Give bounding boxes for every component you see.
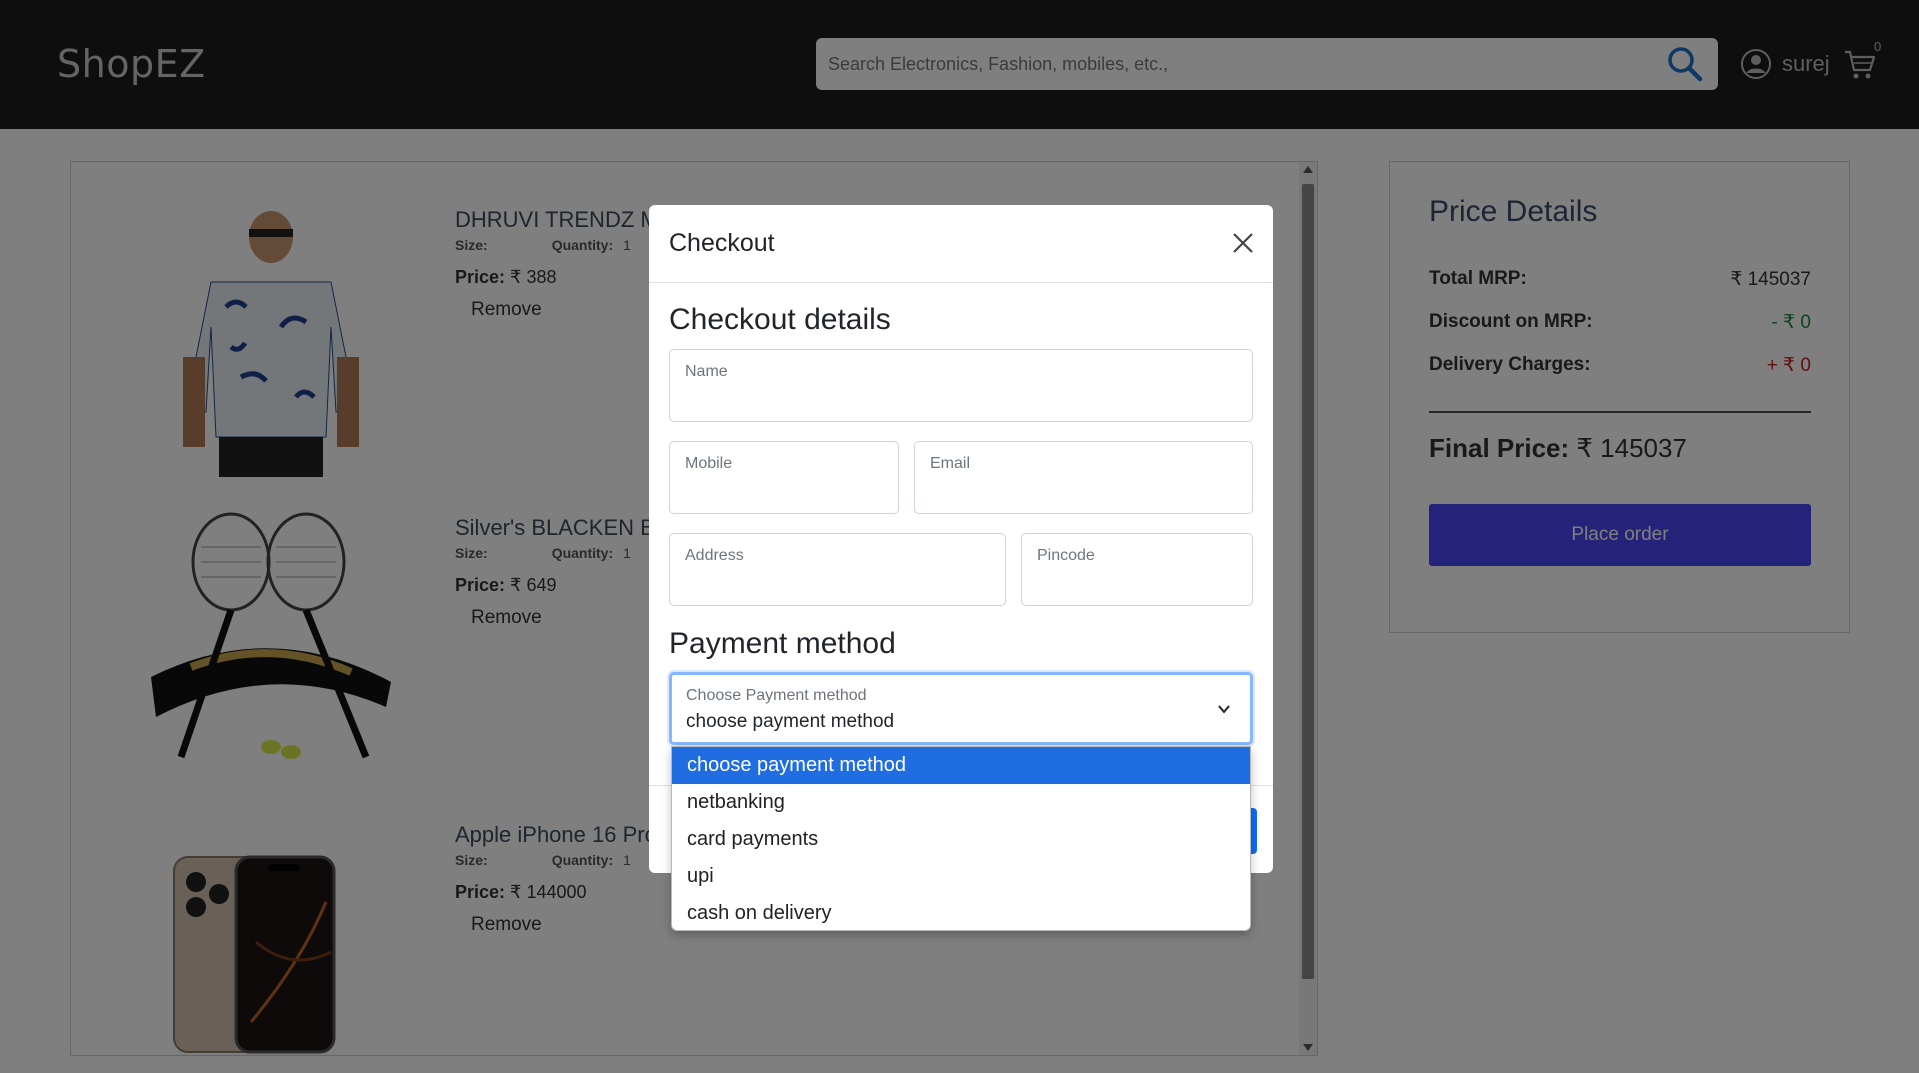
address-field[interactable]: Address — [669, 533, 1006, 606]
mobile-label: Mobile — [685, 455, 733, 472]
payment-option[interactable]: netbanking — [672, 784, 1250, 821]
modal-header: Checkout — [649, 205, 1273, 283]
payment-method-heading: Payment method — [669, 627, 896, 660]
payment-option[interactable]: choose payment method — [672, 747, 1250, 784]
payment-option[interactable]: upi — [672, 858, 1250, 895]
payment-option[interactable]: card payments — [672, 821, 1250, 858]
name-label: Name — [685, 363, 728, 380]
payment-option[interactable]: cash on delivery — [672, 895, 1250, 930]
pincode-input[interactable] — [1037, 572, 1237, 598]
close-button[interactable] — [1229, 229, 1257, 257]
modal-title: Checkout — [669, 229, 775, 257]
pincode-field[interactable]: Pincode — [1021, 533, 1253, 606]
email-field[interactable]: Email — [914, 441, 1253, 514]
payment-options-dropdown: choose payment method netbanking card pa… — [671, 746, 1251, 931]
email-label: Email — [930, 455, 971, 472]
pincode-label: Pincode — [1037, 547, 1095, 564]
chevron-down-icon — [1218, 705, 1230, 714]
email-input[interactable] — [930, 480, 1237, 506]
mobile-input[interactable] — [685, 480, 883, 506]
close-icon — [1233, 233, 1253, 253]
payment-method-label: Choose Payment method — [686, 687, 867, 704]
mobile-field[interactable]: Mobile — [669, 441, 899, 514]
address-input[interactable] — [685, 572, 990, 598]
address-label: Address — [685, 547, 744, 564]
name-field[interactable]: Name — [669, 349, 1253, 422]
payment-method-select[interactable]: Choose Payment method choose payment met… — [669, 672, 1253, 745]
payment-selected-value: choose payment method — [686, 711, 895, 732]
checkout-details-heading: Checkout details — [669, 303, 891, 336]
name-input[interactable] — [685, 388, 1237, 414]
